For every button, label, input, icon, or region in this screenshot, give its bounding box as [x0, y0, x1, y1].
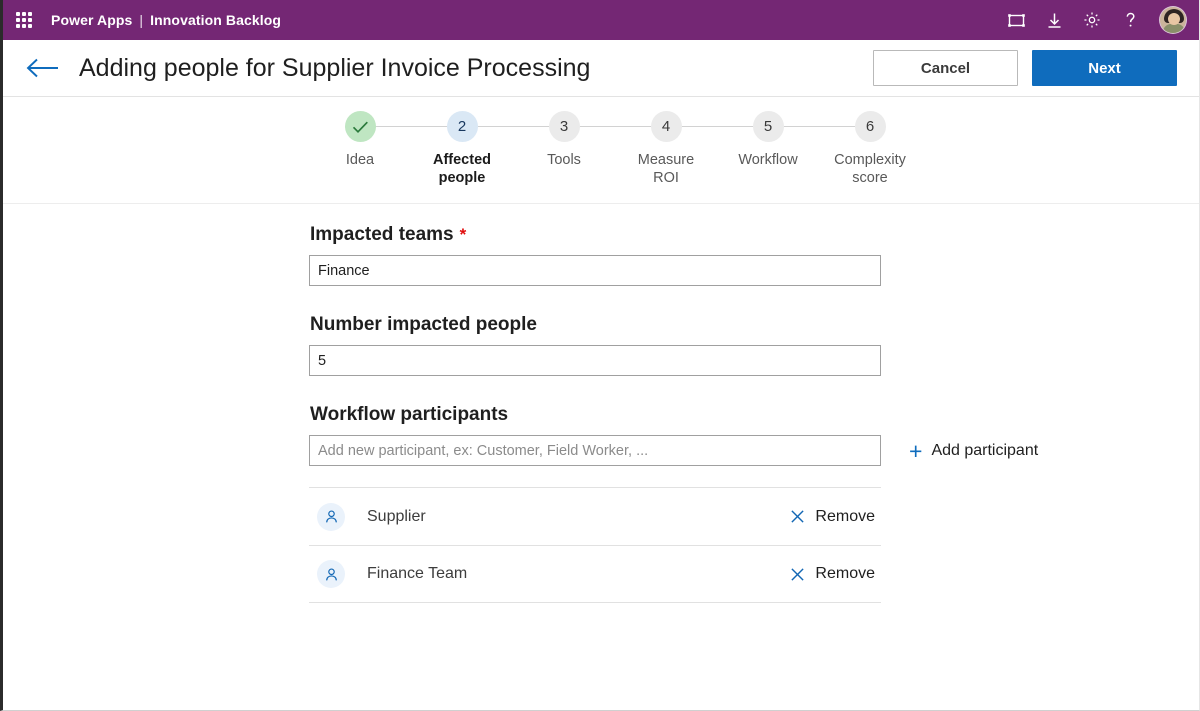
remove-participant-label: Remove: [815, 565, 875, 582]
stepper-step-number: 5: [752, 111, 784, 142]
stepper-step-number: 4: [650, 111, 682, 142]
impacted-teams-label-text: Impacted teams: [310, 224, 454, 245]
stepper-step-label: Affected people: [432, 152, 491, 186]
participant-row: Supplier Remove: [309, 487, 881, 545]
brand-product[interactable]: Power Apps: [51, 12, 132, 28]
number-impacted-people-input[interactable]: [309, 345, 881, 376]
workflow-participants-label-text: Workflow participants: [310, 404, 509, 425]
stepper-step-4[interactable]: 4 Measure ROI: [615, 111, 768, 187]
stepper-step-5[interactable]: 5 Workflow: [717, 111, 870, 187]
stepper-step-6[interactable]: 6 Complexity score: [819, 111, 921, 187]
add-participant-row: + Add participant: [309, 435, 1199, 466]
stepper-step-2[interactable]: 2 Affected people: [411, 111, 564, 187]
suite-bar: Power Apps | Innovation Backlog: [3, 0, 1199, 40]
stepper-step-label: Complexity score: [834, 152, 906, 186]
remove-participant-button[interactable]: Remove: [790, 565, 877, 583]
field-impacted-teams: Impacted teams *: [309, 224, 1199, 286]
person-icon: [317, 560, 345, 588]
impacted-teams-input[interactable]: [309, 255, 881, 286]
number-impacted-people-label: Number impacted people: [310, 314, 1199, 336]
cancel-button[interactable]: Cancel: [873, 50, 1018, 86]
fullscreen-icon[interactable]: [1005, 9, 1027, 31]
back-button[interactable]: [23, 51, 63, 85]
brand-separator: |: [139, 12, 144, 28]
participant-list: Supplier Remove Finance Team Remove: [309, 487, 881, 603]
stepper-step-label: Idea: [345, 152, 375, 168]
gear-icon[interactable]: [1081, 9, 1103, 31]
check-icon: [344, 111, 376, 142]
stepper-step-number: 3: [548, 111, 580, 142]
help-icon[interactable]: [1119, 9, 1141, 31]
form-body: Impacted teams * Number impacted people …: [3, 204, 1199, 603]
brand: Power Apps | Innovation Backlog: [51, 12, 281, 28]
download-icon[interactable]: [1043, 9, 1065, 31]
person-icon: [317, 502, 345, 531]
header-actions: Cancel Next: [873, 50, 1177, 86]
brand-app-name[interactable]: Innovation Backlog: [150, 12, 281, 28]
close-icon: [790, 567, 805, 582]
stepper-step-label: Workflow: [738, 152, 798, 168]
stepper-step-label: Measure ROI: [637, 152, 695, 186]
stepper-step-1[interactable]: Idea: [309, 111, 462, 187]
app-launcher-icon[interactable]: [13, 9, 35, 31]
participant-row: Finance Team Remove: [309, 545, 881, 603]
wizard-stepper: Idea 2 Affected people 3 Tools 4 Measure ROI 5 W…: [3, 97, 1199, 204]
page-header: Adding people for Supplier Invoice Proce…: [3, 40, 1199, 97]
page-title: Adding people for Supplier Invoice Proce…: [79, 53, 591, 82]
remove-participant-label: Remove: [815, 507, 875, 525]
impacted-teams-label: Impacted teams *: [310, 224, 1199, 246]
participant-name: Supplier: [367, 507, 426, 525]
remove-participant-button[interactable]: Remove: [790, 508, 877, 526]
app-window: Power Apps | Innovation Backlog Adding p…: [0, 0, 1200, 711]
add-participant-button[interactable]: + Add participant: [909, 439, 1039, 462]
suite-bar-actions: [1005, 6, 1187, 34]
new-participant-input[interactable]: [309, 435, 881, 466]
required-marker: *: [459, 225, 467, 244]
stepper-step-number: 2: [446, 111, 478, 142]
number-impacted-people-label-text: Number impacted people: [310, 314, 537, 335]
next-button[interactable]: Next: [1032, 50, 1177, 86]
stepper-step-3[interactable]: 3 Tools: [513, 111, 666, 187]
add-participant-label: Add participant: [931, 441, 1039, 459]
field-workflow-participants: Workflow participants + Add participant …: [309, 404, 1199, 603]
stepper-step-number: 6: [854, 111, 886, 142]
participant-name: Finance Team: [367, 565, 468, 582]
stepper-track: Idea 2 Affected people 3 Tools 4 Measure ROI 5 W…: [309, 111, 921, 187]
stepper-step-label: Tools: [547, 152, 581, 168]
workflow-participants-label: Workflow participants: [310, 404, 1199, 426]
user-avatar[interactable]: [1159, 6, 1187, 34]
field-number-impacted-people: Number impacted people: [309, 314, 1199, 376]
close-icon: [790, 509, 805, 524]
